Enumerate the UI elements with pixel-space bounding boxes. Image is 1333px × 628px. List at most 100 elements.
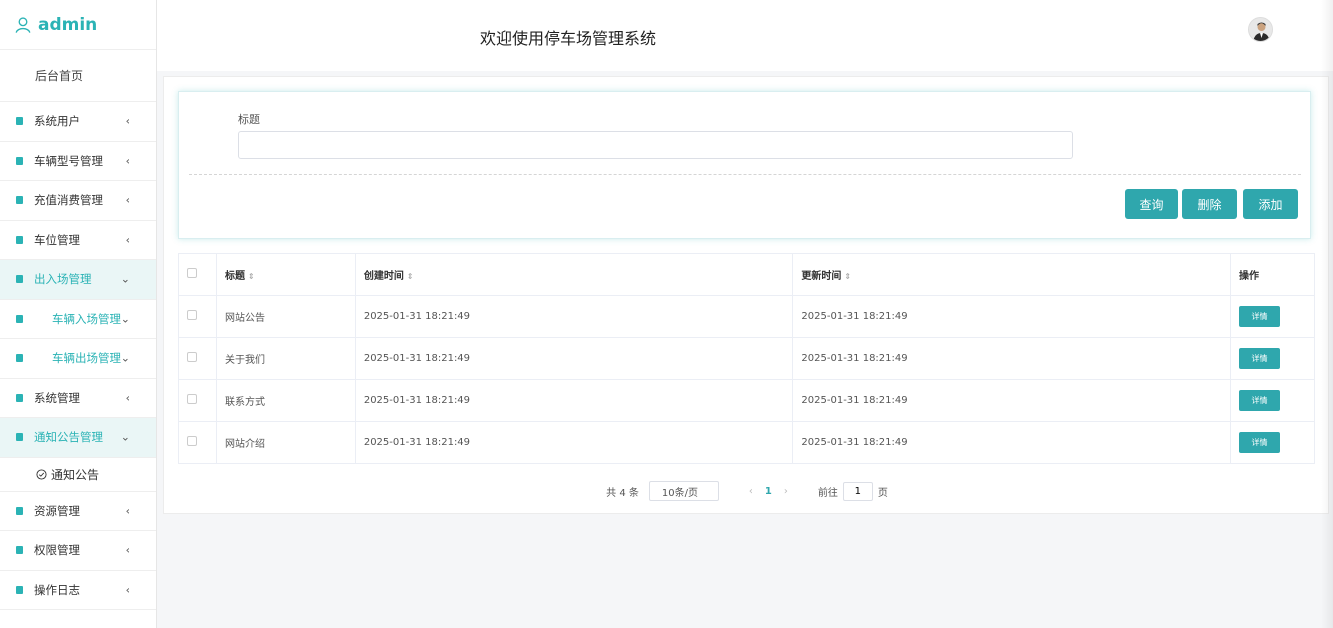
cell-created: 2025-01-31 18:21:49	[354, 421, 794, 464]
column-title[interactable]: 标题 ⇕	[215, 253, 356, 296]
sort-icon[interactable]: ⇕	[407, 272, 414, 281]
sidebar-item-system-management[interactable]: 系统管理 ‹	[0, 379, 156, 418]
sidebar-item-vehicle-exit[interactable]: 车辆出场管理 ⌄	[0, 339, 156, 379]
cell-title: 网站公告	[215, 295, 356, 338]
column-created-label: 创建时间	[363, 271, 404, 282]
search-label: 标题	[238, 113, 260, 126]
sidebar-item-notice-management[interactable]: 通知公告管理 ⌄	[0, 418, 156, 458]
document-icon	[16, 393, 23, 402]
prev-page-button[interactable]: ‹	[749, 486, 753, 497]
column-updated[interactable]: 更新时间 ⇕	[792, 253, 1231, 296]
current-page[interactable]: 1	[765, 486, 772, 497]
chevron-left-icon: ‹	[125, 583, 130, 597]
page-title: 欢迎使用停车场管理系统	[480, 29, 657, 48]
cell-created: 2025-01-31 18:21:49	[354, 337, 794, 380]
detail-button[interactable]: 详情	[1238, 432, 1280, 453]
add-button[interactable]: 添加	[1243, 189, 1298, 219]
sidebar-item-label: 资源管理	[34, 503, 80, 518]
sidebar-item-recharge[interactable]: 充值消费管理 ‹	[0, 181, 156, 221]
row-select-cell[interactable]	[178, 337, 217, 380]
sidebar-leaf-label: 通知公告	[51, 467, 100, 482]
detail-button[interactable]: 详情	[1238, 306, 1280, 327]
row-checkbox[interactable]	[187, 394, 197, 404]
avatar[interactable]	[1248, 17, 1273, 42]
chevron-left-icon: ‹	[125, 154, 130, 168]
sidebar-home[interactable]: 后台首页	[0, 50, 156, 102]
row-checkbox[interactable]	[187, 310, 197, 320]
delete-button[interactable]: 删除	[1182, 189, 1237, 219]
chevron-left-icon: ‹	[125, 193, 130, 207]
cell-updated: 2025-01-31 18:21:49	[792, 421, 1231, 464]
sidebar: admin 后台首页 系统用户 ‹ 车辆型号管理 ‹ 充值消费管理 ‹ 车位管理…	[0, 0, 157, 628]
goto-prefix: 前往	[817, 487, 838, 499]
user-icon	[15, 16, 31, 33]
sidebar-item-operation-log[interactable]: 操作日志 ‹	[0, 571, 156, 610]
select-all-checkbox[interactable]	[187, 268, 197, 278]
document-icon	[16, 506, 23, 515]
row-select-cell[interactable]	[178, 421, 217, 464]
sidebar-item-vehicle-models[interactable]: 车辆型号管理 ‹	[0, 142, 156, 181]
content-panel: 标题 查询 删除 添加 标题 ⇕ 创建时间 ⇕ 更新时间 ⇕ 操作 网站公告 2025…	[163, 76, 1329, 514]
sidebar-item-vehicle-entry[interactable]: 车辆入场管理 ⌄	[0, 300, 156, 339]
notice-table: 标题 ⇕ 创建时间 ⇕ 更新时间 ⇕ 操作 网站公告 2025-01-31 18:21…	[178, 253, 1316, 464]
query-button[interactable]: 查询	[1125, 189, 1178, 219]
sidebar-item-permissions[interactable]: 权限管理 ‹	[0, 531, 156, 571]
chevron-left-icon: ‹	[125, 233, 130, 247]
sort-icon[interactable]: ⇕	[844, 272, 851, 281]
title-search-input[interactable]	[238, 131, 1073, 159]
document-icon	[16, 314, 23, 323]
table-row: 关于我们 2025-01-31 18:21:49 2025-01-31 18:2…	[178, 337, 1316, 380]
table-row: 网站公告 2025-01-31 18:21:49 2025-01-31 18:2…	[178, 295, 1316, 338]
sidebar-item-system-users[interactable]: 系统用户 ‹	[0, 102, 156, 142]
cell-title: 网站介绍	[215, 421, 356, 464]
sidebar-item-parking-spaces[interactable]: 车位管理 ‹	[0, 221, 156, 260]
check-circle-icon	[36, 468, 47, 480]
row-checkbox[interactable]	[187, 352, 197, 362]
sidebar-leaf-notice[interactable]: 通知公告	[0, 458, 156, 492]
sidebar-item-label: 权限管理	[34, 543, 80, 558]
cell-actions: 详情	[1229, 295, 1316, 338]
sidebar-item-resources[interactable]: 资源管理 ‹	[0, 492, 156, 531]
row-select-cell[interactable]	[178, 379, 217, 422]
goto-page-input[interactable]	[842, 481, 873, 501]
brand-name: admin	[38, 14, 98, 35]
chevron-down-icon: ⌄	[120, 430, 130, 444]
detail-button[interactable]: 详情	[1238, 390, 1280, 411]
next-page-button[interactable]: ›	[784, 486, 788, 497]
scroll-edge-shadow	[1321, 0, 1333, 628]
table-row: 联系方式 2025-01-31 18:21:49 2025-01-31 18:2…	[178, 379, 1316, 422]
cell-actions: 详情	[1229, 379, 1316, 422]
sidebar-item-label: 系统用户	[34, 114, 80, 129]
chevron-left-icon: ‹	[125, 504, 130, 518]
sidebar-item-label: 通知公告管理	[34, 430, 103, 445]
document-icon	[16, 156, 23, 165]
sidebar-item-label: 车辆型号管理	[34, 153, 103, 168]
detail-button[interactable]: 详情	[1238, 348, 1280, 369]
row-select-cell[interactable]	[178, 295, 217, 338]
cell-created: 2025-01-31 18:21:49	[354, 295, 794, 338]
cell-updated: 2025-01-31 18:21:49	[792, 379, 1231, 422]
sidebar-item-label: 系统管理	[34, 390, 80, 405]
sort-icon[interactable]: ⇕	[248, 272, 255, 281]
select-all-cell[interactable]	[178, 253, 217, 296]
column-title-label: 标题	[224, 271, 245, 282]
column-created[interactable]: 创建时间 ⇕	[354, 253, 794, 296]
cell-created: 2025-01-31 18:21:49	[354, 379, 794, 422]
document-icon	[16, 546, 23, 555]
sidebar-item-entry-exit[interactable]: 出入场管理 ⌄	[0, 260, 156, 300]
cell-title: 关于我们	[215, 337, 356, 380]
sidebar-item-label: 车辆入场管理	[52, 311, 121, 326]
document-icon	[16, 433, 23, 442]
brand: admin	[0, 0, 156, 50]
pagination-total: 共 4 条	[606, 487, 639, 499]
row-checkbox[interactable]	[187, 436, 197, 446]
search-card: 标题 查询 删除 添加	[178, 91, 1311, 239]
cell-updated: 2025-01-31 18:21:49	[792, 337, 1231, 380]
document-icon	[16, 585, 23, 594]
chevron-down-icon: ⌄	[120, 272, 130, 286]
column-actions: 操作	[1229, 253, 1316, 296]
page-size-select[interactable]: 10条/页	[648, 481, 719, 501]
pagination: 共 4 条 10条/页 ‹ 1 › 前往 页	[164, 480, 1330, 502]
chevron-left-icon: ‹	[125, 543, 130, 557]
sidebar-item-label: 车辆出场管理	[52, 351, 121, 366]
